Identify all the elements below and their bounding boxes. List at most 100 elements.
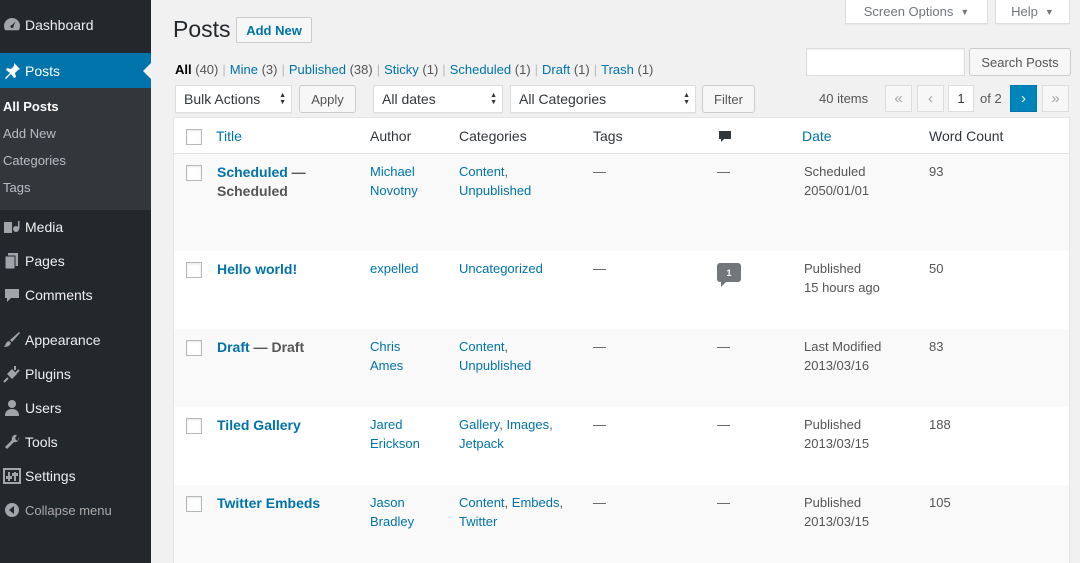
dashboard-icon xyxy=(0,16,25,34)
row-checkbox[interactable] xyxy=(186,165,202,181)
submenu-all-posts[interactable]: All Posts xyxy=(3,99,59,114)
select-arrows-icon: ▲ ▼ xyxy=(279,92,286,106)
post-status-views: All (40) | Mine (3) | Published (38) | Sticky … xyxy=(175,62,654,77)
view-sticky[interactable]: Sticky (1) xyxy=(384,62,438,77)
author-link[interactable]: Novotny xyxy=(370,183,418,198)
post-title: Draft — Draft xyxy=(217,339,305,355)
view-mine[interactable]: Mine (3) xyxy=(230,62,278,77)
column-author: Author xyxy=(370,128,412,144)
author-link[interactable]: Bradley xyxy=(370,514,414,529)
submenu-tags[interactable]: Tags xyxy=(3,180,30,195)
current-page-input[interactable]: 1 xyxy=(948,85,974,112)
table-row: Draft — Draft Chris Ames Content, Unpublis… xyxy=(174,329,1069,407)
view-draft[interactable]: Draft (1) xyxy=(542,62,590,77)
post-title-link[interactable]: Hello world! xyxy=(217,261,297,277)
menu-media-label: Media xyxy=(25,219,64,235)
menu-dashboard-label: Dashboard xyxy=(25,17,94,33)
column-title[interactable]: Title xyxy=(216,128,242,144)
category-link[interactable]: Content xyxy=(459,164,505,179)
next-page-button[interactable]: › xyxy=(1010,85,1037,112)
row-checkbox[interactable] xyxy=(186,262,202,278)
post-title-link[interactable]: Twitter Embeds xyxy=(217,495,320,511)
post-word-count: 105 xyxy=(929,495,951,510)
row-checkbox[interactable] xyxy=(186,340,202,356)
author-link[interactable]: Erickson xyxy=(370,436,420,451)
menu-pages[interactable]: Pages xyxy=(0,249,151,273)
category-link[interactable]: Content xyxy=(459,339,505,354)
post-title-link[interactable]: Scheduled xyxy=(217,164,288,180)
first-page-button[interactable]: « xyxy=(885,85,912,112)
menu-tools[interactable]: Tools xyxy=(0,430,151,454)
menu-comments-label: Comments xyxy=(25,287,93,303)
add-new-button[interactable]: Add New xyxy=(236,17,312,43)
comment-count-bubble[interactable]: 1 xyxy=(717,263,741,287)
post-word-count: 50 xyxy=(929,261,944,276)
post-tags: — xyxy=(593,417,606,432)
collapse-icon xyxy=(0,502,25,518)
author-link[interactable]: Jared xyxy=(370,417,403,432)
view-all[interactable]: All (40) xyxy=(175,62,218,77)
category-link[interactable]: Gallery xyxy=(459,417,499,432)
search-posts-button[interactable]: Search Posts xyxy=(969,48,1071,76)
help-button[interactable]: Help ▼ xyxy=(995,0,1070,24)
post-title-link[interactable]: Draft xyxy=(217,339,250,355)
post-author: Jason Bradley xyxy=(370,493,414,531)
view-scheduled[interactable]: Scheduled (1) xyxy=(450,62,531,77)
total-pages: of 2 xyxy=(980,91,1002,106)
select-arrows-icon: ▲ ▼ xyxy=(490,92,497,106)
category-link[interactable]: Images xyxy=(506,417,549,432)
view-published[interactable]: Published (38) xyxy=(289,62,373,77)
menu-media[interactable]: Media xyxy=(0,215,151,239)
comments-column-icon[interactable] xyxy=(718,130,732,147)
column-date[interactable]: Date xyxy=(802,128,832,144)
menu-settings[interactable]: Settings xyxy=(0,464,151,488)
post-categories: Uncategorized xyxy=(459,259,543,278)
post-tags: — xyxy=(593,261,606,276)
category-link[interactable]: Unpublished xyxy=(459,358,531,373)
category-link[interactable]: Uncategorized xyxy=(459,261,543,276)
menu-dashboard[interactable]: Dashboard xyxy=(0,12,151,38)
author-link[interactable]: Michael xyxy=(370,164,415,179)
filter-button[interactable]: Filter xyxy=(702,85,755,113)
screen-options-button[interactable]: Screen Options ▼ xyxy=(845,0,988,24)
categories-filter-select[interactable]: All Categories ▲ ▼ xyxy=(510,85,696,113)
post-tags: — xyxy=(593,339,606,354)
last-page-button[interactable]: » xyxy=(1042,85,1069,112)
select-arrows-icon: ▲ ▼ xyxy=(683,92,690,106)
category-link[interactable]: Unpublished xyxy=(459,183,531,198)
category-link[interactable]: Twitter xyxy=(459,514,497,529)
apply-button[interactable]: Apply xyxy=(299,85,356,113)
select-all-checkbox[interactable] xyxy=(186,129,202,145)
category-link[interactable]: Content xyxy=(459,495,505,510)
wrench-icon xyxy=(0,433,25,451)
menu-plugins[interactable]: Plugins xyxy=(0,362,151,386)
submenu-add-new[interactable]: Add New xyxy=(3,126,56,141)
view-trash[interactable]: Trash (1) xyxy=(601,62,653,77)
page-title: Posts xyxy=(173,16,231,42)
collapse-menu[interactable]: Collapse menu xyxy=(0,499,151,521)
row-checkbox[interactable] xyxy=(186,496,202,512)
bulk-actions-select[interactable]: Bulk Actions ▲ ▼ xyxy=(175,85,292,113)
menu-comments[interactable]: Comments xyxy=(0,283,151,307)
post-word-count: 83 xyxy=(929,339,944,354)
submenu-categories[interactable]: Categories xyxy=(3,153,66,168)
post-title-link[interactable]: Tiled Gallery xyxy=(217,417,301,433)
table-row: Tiled Gallery Jared Erickson Gallery, Ima… xyxy=(174,407,1069,485)
author-link[interactable]: expelled xyxy=(370,261,418,276)
author-link[interactable]: Ames xyxy=(370,358,403,373)
row-checkbox[interactable] xyxy=(186,418,202,434)
prev-page-button[interactable]: ‹ xyxy=(917,85,944,112)
category-link[interactable]: Embeds xyxy=(512,495,560,510)
menu-users[interactable]: Users xyxy=(0,396,151,420)
author-link[interactable]: Jason xyxy=(370,495,405,510)
menu-appearance[interactable]: Appearance xyxy=(0,328,151,352)
post-categories: Content, Embeds, Twitter xyxy=(459,495,564,529)
search-input[interactable] xyxy=(806,48,965,76)
menu-users-label: Users xyxy=(25,400,62,416)
dates-filter-select[interactable]: All dates ▲ ▼ xyxy=(373,85,503,113)
menu-posts[interactable]: Posts xyxy=(0,53,151,88)
post-comments: — xyxy=(717,495,730,510)
author-link[interactable]: Chris xyxy=(370,339,400,354)
category-link[interactable]: Jetpack xyxy=(459,436,504,451)
post-date: Published 15 hours ago xyxy=(804,261,880,295)
